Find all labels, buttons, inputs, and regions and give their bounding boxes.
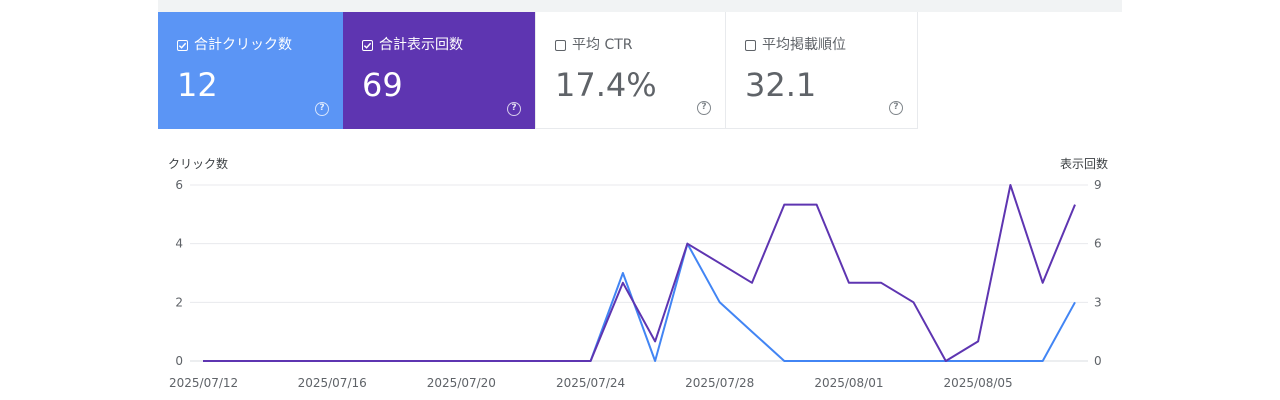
card-label: 合計表示回数 bbox=[379, 37, 463, 53]
x-tick-label: 2025/08/01 bbox=[814, 376, 883, 390]
card-label: 平均 CTR bbox=[572, 37, 633, 53]
right-axis-title: 表示回数 bbox=[1060, 156, 1108, 171]
right-tick-label: 0 bbox=[1094, 354, 1102, 368]
series-line bbox=[203, 184, 1076, 362]
help-icon[interactable]: ? bbox=[507, 102, 521, 116]
card-average-position[interactable]: 平均掲載順位 32.1 ? bbox=[726, 12, 918, 129]
right-tick-label: 6 bbox=[1094, 237, 1102, 251]
x-tick-label: 2025/07/24 bbox=[556, 376, 625, 390]
checkbox-checked-icon[interactable] bbox=[362, 39, 373, 51]
help-icon[interactable]: ? bbox=[315, 102, 329, 116]
x-tick-label: 2025/08/05 bbox=[944, 376, 1013, 390]
card-label: 平均掲載順位 bbox=[762, 37, 846, 53]
right-tick-label: 3 bbox=[1094, 295, 1102, 309]
card-label: 合計クリック数 bbox=[194, 37, 292, 53]
card-average-ctr[interactable]: 平均 CTR 17.4% ? bbox=[535, 12, 726, 129]
card-total-clicks[interactable]: 合計クリック数 12 ? bbox=[158, 12, 343, 129]
card-value: 69 bbox=[362, 66, 403, 104]
card-value: 12 bbox=[177, 66, 218, 104]
right-tick-label: 9 bbox=[1094, 178, 1102, 192]
card-value: 17.4% bbox=[555, 66, 657, 104]
left-tick-label: 4 bbox=[175, 237, 183, 251]
x-tick-label: 2025/07/16 bbox=[298, 376, 367, 390]
checkbox-unchecked-icon[interactable] bbox=[745, 39, 756, 51]
help-icon[interactable]: ? bbox=[889, 101, 903, 115]
left-axis-title: クリック数 bbox=[168, 156, 228, 171]
performance-chart: クリック数 表示回数 0 2 4 6 0 3 6 9 2025/07/12 2025/07/1… bbox=[168, 156, 1108, 390]
x-tick-label: 2025/07/20 bbox=[427, 376, 496, 390]
checkbox-checked-icon[interactable] bbox=[177, 39, 188, 51]
x-tick-label: 2025/07/28 bbox=[685, 376, 754, 390]
card-total-impressions[interactable]: 合計表示回数 69 ? bbox=[343, 12, 535, 129]
left-tick-label: 2 bbox=[175, 295, 183, 309]
metric-cards: 合計クリック数 12 ? 合計表示回数 69 ? 平均 CTR 17.4% ? … bbox=[158, 12, 918, 129]
left-tick-label: 6 bbox=[175, 178, 183, 192]
top-strip bbox=[158, 0, 1122, 12]
help-icon[interactable]: ? bbox=[697, 101, 711, 115]
x-tick-label: 2025/07/12 bbox=[169, 376, 238, 390]
checkbox-unchecked-icon[interactable] bbox=[555, 39, 566, 51]
left-tick-label: 0 bbox=[175, 354, 183, 368]
card-value: 32.1 bbox=[745, 66, 817, 104]
